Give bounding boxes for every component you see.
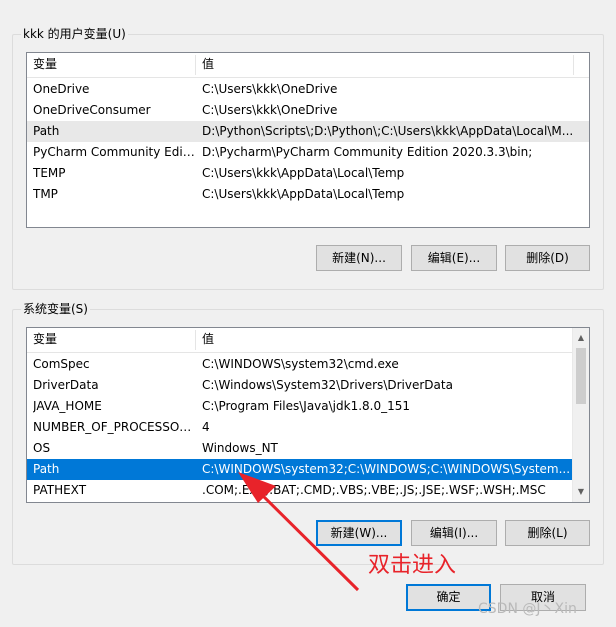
- system-variables-list[interactable]: 变量 值 ComSpec C:\WINDOWS\system32\cmd.exe …: [26, 327, 590, 503]
- variable-name: OS: [33, 441, 51, 455]
- user-new-button[interactable]: 新建(N)...: [316, 245, 402, 271]
- variable-value: Windows_NT: [202, 441, 278, 455]
- system-rows: ComSpec C:\WINDOWS\system32\cmd.exe Drive…: [27, 354, 572, 501]
- table-row-path-selected[interactable]: Path C:\WINDOWS\system32;C:\WINDOWS;C:\WI…: [27, 459, 572, 480]
- variable-name: DriverData: [33, 378, 99, 392]
- table-row[interactable]: OS Windows_NT: [27, 438, 572, 459]
- variable-value: 4: [202, 420, 210, 434]
- column-separator[interactable]: [573, 55, 574, 75]
- table-row[interactable]: PyCharm Community Editi... D:\Pycharm\PyC…: [27, 142, 589, 163]
- variable-name: JAVA_HOME: [33, 399, 102, 413]
- system-list-header: 变量 值: [27, 328, 572, 353]
- variable-value: C:\Users\kkk\AppData\Local\Temp: [202, 166, 405, 180]
- user-edit-button[interactable]: 编辑(E)...: [411, 245, 497, 271]
- table-row[interactable]: TMP C:\Users\kkk\AppData\Local\Temp: [27, 184, 589, 205]
- variable-name: ComSpec: [33, 357, 90, 371]
- user-list-header: 变量 值: [27, 53, 589, 78]
- scroll-up-icon[interactable]: ▲: [573, 330, 589, 346]
- column-separator[interactable]: [195, 330, 196, 350]
- variable-value: C:\WINDOWS\system32;C:\WINDOWS;C:\WINDOW…: [202, 462, 571, 476]
- user-delete-button[interactable]: 删除(D): [505, 245, 590, 271]
- variable-name: OneDrive: [33, 82, 90, 96]
- table-row[interactable]: NUMBER_OF_PROCESSORS 4: [27, 417, 572, 438]
- column-header-value[interactable]: 值: [202, 328, 214, 352]
- column-header-variable[interactable]: 变量: [33, 328, 57, 352]
- table-row[interactable]: ComSpec C:\WINDOWS\system32\cmd.exe: [27, 354, 572, 375]
- variable-name: NUMBER_OF_PROCESSORS: [33, 420, 195, 434]
- watermark: CSDN @J丶Xin: [478, 601, 577, 617]
- variable-value: C:\Windows\System32\Drivers\DriverData: [202, 378, 453, 392]
- scrollbar-thumb[interactable]: [576, 348, 586, 404]
- variable-value: D:\Pycharm\PyCharm Community Edition 202…: [202, 145, 533, 159]
- system-edit-button[interactable]: 编辑(I)...: [411, 520, 497, 546]
- variable-name: TEMP: [33, 166, 66, 180]
- annotation-text: 双击进入: [368, 553, 457, 578]
- variable-name: Path: [33, 124, 60, 138]
- user-variables-list[interactable]: 变量 值 OneDrive C:\Users\kkk\OneDrive OneDr…: [26, 52, 590, 228]
- vertical-scrollbar[interactable]: ▲ ▼: [572, 328, 589, 502]
- table-row[interactable]: TEMP C:\Users\kkk\AppData\Local\Temp: [27, 163, 589, 184]
- system-variables-title: 系统变量(S): [21, 301, 90, 317]
- variable-name: TMP: [33, 187, 58, 201]
- scroll-down-icon[interactable]: ▼: [573, 484, 589, 500]
- variable-value: .COM;.EXE;.BAT;.CMD;.VBS;.VBE;.JS;.JSE;.…: [202, 483, 546, 497]
- variable-value: D:\Python\Scripts\;D:\Python\;C:\Users\k…: [202, 124, 574, 138]
- variable-value: C:\Program Files\Java\jdk1.8.0_151: [202, 399, 411, 413]
- variable-value: C:\WINDOWS\system32\cmd.exe: [202, 357, 399, 371]
- table-row-path[interactable]: Path D:\Python\Scripts\;D:\Python\;C:\Use…: [27, 121, 589, 142]
- table-row[interactable]: PATHEXT .COM;.EXE;.BAT;.CMD;.VBS;.VBE;.JS…: [27, 480, 572, 501]
- table-row[interactable]: OneDriveConsumer C:\Users\kkk\OneDrive: [27, 100, 589, 121]
- column-header-variable[interactable]: 变量: [33, 53, 57, 77]
- variable-value: C:\Users\kkk\OneDrive: [202, 103, 338, 117]
- variable-name: OneDriveConsumer: [33, 103, 151, 117]
- variable-name: PATHEXT: [33, 483, 87, 497]
- column-header-value[interactable]: 值: [202, 53, 214, 77]
- column-separator[interactable]: [195, 55, 196, 75]
- variable-name: Path: [33, 462, 60, 476]
- user-variables-title: kkk 的用户变量(U): [21, 26, 128, 42]
- variable-value: C:\Users\kkk\AppData\Local\Temp: [202, 187, 405, 201]
- system-delete-button[interactable]: 删除(L): [505, 520, 590, 546]
- variable-value: C:\Users\kkk\OneDrive: [202, 82, 338, 96]
- variable-name: PyCharm Community Editi...: [33, 145, 195, 159]
- table-row[interactable]: JAVA_HOME C:\Program Files\Java\jdk1.8.0_…: [27, 396, 572, 417]
- user-rows: OneDrive C:\Users\kkk\OneDrive OneDriveCo…: [27, 79, 589, 205]
- table-row[interactable]: OneDrive C:\Users\kkk\OneDrive: [27, 79, 589, 100]
- table-row[interactable]: DriverData C:\Windows\System32\Drivers\Dr…: [27, 375, 572, 396]
- system-new-button[interactable]: 新建(W)...: [316, 520, 402, 546]
